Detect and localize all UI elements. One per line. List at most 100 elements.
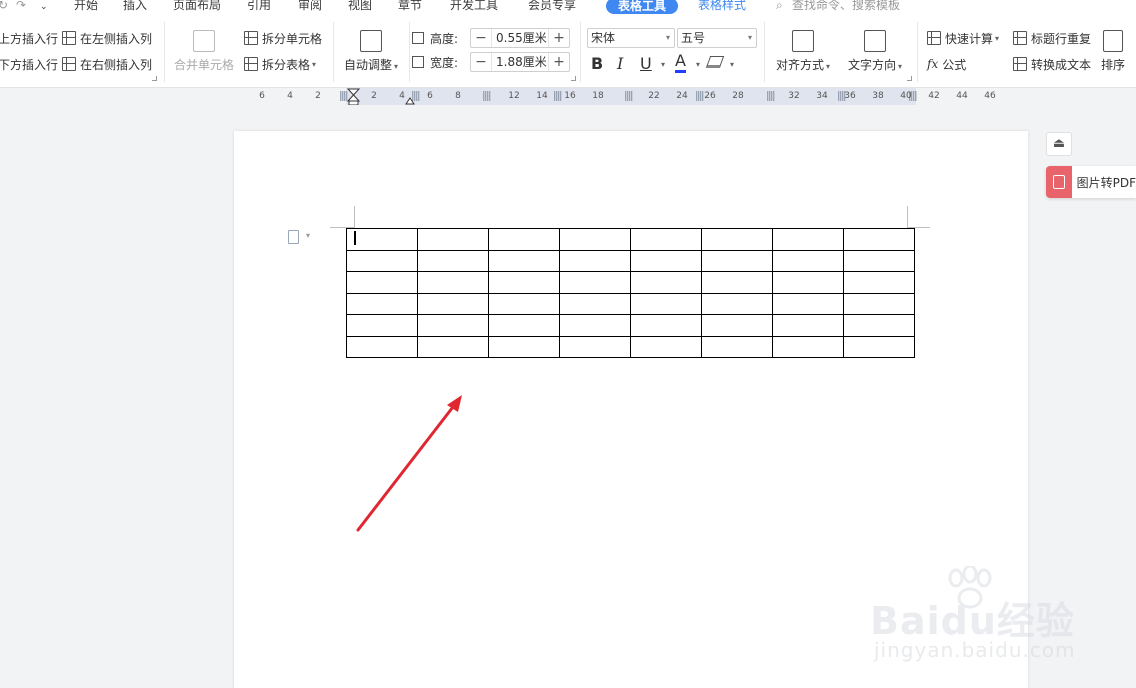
tab-table-style[interactable]: 表格样式 xyxy=(698,0,746,13)
column-marker[interactable] xyxy=(625,91,633,101)
merge-cells-button[interactable]: 合并单元格 xyxy=(174,30,234,73)
table-cell[interactable] xyxy=(843,314,915,337)
search-box[interactable]: 查找命令、搜索模板 xyxy=(792,0,900,13)
table-cell[interactable] xyxy=(843,335,915,358)
table-cell[interactable] xyxy=(559,228,631,251)
table-cell[interactable] xyxy=(772,249,844,272)
font-size-select[interactable]: 五号 ▾ xyxy=(677,28,757,48)
text-direction-button[interactable]: 文字方向 ▾ xyxy=(848,30,902,73)
bold-button[interactable]: B xyxy=(591,54,603,73)
insert-column-left-button[interactable]: 在左侧插入列 xyxy=(62,28,152,48)
table-cell[interactable] xyxy=(772,271,844,294)
table-cell[interactable] xyxy=(559,249,631,272)
table-cell[interactable] xyxy=(417,314,489,337)
chevron-down-icon[interactable]: ▾ xyxy=(730,60,734,69)
tab-home[interactable]: 开始 xyxy=(74,0,98,13)
table-cell[interactable] xyxy=(701,292,773,315)
table-cell[interactable] xyxy=(488,228,560,251)
table-cell[interactable] xyxy=(630,228,702,251)
table-cell[interactable] xyxy=(346,335,418,358)
split-cells-button[interactable]: 拆分单元格 xyxy=(244,28,322,48)
table-cell[interactable] xyxy=(843,271,915,294)
table-cell[interactable] xyxy=(346,314,418,337)
underline-button[interactable]: U xyxy=(640,54,652,73)
tab-view[interactable]: 视图 xyxy=(348,0,372,13)
paragraph-layout-icon[interactable] xyxy=(288,230,299,244)
sort-button[interactable]: 排序 xyxy=(1101,30,1125,73)
tab-review[interactable]: 审阅 xyxy=(298,0,322,13)
group-expand-icon[interactable] xyxy=(152,76,157,81)
tab-chapter[interactable]: 章节 xyxy=(398,0,422,13)
search-icon[interactable]: ⌕ xyxy=(776,0,783,13)
table-cell[interactable] xyxy=(559,271,631,294)
table-cell[interactable] xyxy=(701,314,773,337)
column-marker[interactable] xyxy=(483,91,491,101)
table-cell[interactable] xyxy=(417,249,489,272)
height-increase-button[interactable]: + xyxy=(549,29,569,47)
word-table[interactable] xyxy=(346,228,915,358)
right-indent-marker-icon[interactable] xyxy=(405,96,415,105)
alignment-button[interactable]: 对齐方式 ▾ xyxy=(776,30,830,73)
highlight-icon[interactable] xyxy=(705,56,725,68)
chevron-down-icon[interactable]: ▾ xyxy=(306,231,310,240)
insert-column-right-button[interactable]: 在右侧插入列 xyxy=(62,54,152,74)
table-cell[interactable] xyxy=(843,249,915,272)
table-cell[interactable] xyxy=(843,228,915,251)
image-to-pdf-button[interactable]: 图片转PDF xyxy=(1046,166,1136,198)
table-cell[interactable] xyxy=(559,314,631,337)
insert-row-below-button[interactable]: 下方插入行 xyxy=(0,54,58,74)
height-decrease-button[interactable]: − xyxy=(471,29,491,47)
table-cell[interactable] xyxy=(701,249,773,272)
formula-button[interactable]: fx 公式 xyxy=(927,54,966,74)
column-width-input[interactable]: 1.88厘米 xyxy=(491,53,549,71)
width-decrease-button[interactable]: − xyxy=(471,53,491,71)
chevron-down-icon[interactable]: ▾ xyxy=(661,60,665,69)
table-cell[interactable] xyxy=(417,228,489,251)
tab-member[interactable]: 会员专享 xyxy=(528,0,576,13)
table-cell[interactable] xyxy=(346,271,418,294)
table-cell[interactable] xyxy=(417,335,489,358)
collapse-panel-icon[interactable]: ⏏ xyxy=(1046,132,1072,156)
table-cell[interactable] xyxy=(559,292,631,315)
indent-marker-icon[interactable] xyxy=(347,88,361,105)
table-cell[interactable] xyxy=(843,292,915,315)
undo-icon[interactable]: ↷ xyxy=(16,0,26,13)
table-cell[interactable] xyxy=(772,292,844,315)
insert-row-above-button[interactable]: 上方插入行 xyxy=(0,28,58,48)
table-cell[interactable] xyxy=(772,228,844,251)
table-cell[interactable] xyxy=(346,228,418,251)
table-cell[interactable] xyxy=(630,335,702,358)
column-marker[interactable] xyxy=(767,91,775,101)
table-cell[interactable] xyxy=(346,249,418,272)
font-color-button[interactable]: A xyxy=(675,52,686,73)
table-cell[interactable] xyxy=(488,314,560,337)
table-cell[interactable] xyxy=(772,335,844,358)
table-cell[interactable] xyxy=(488,292,560,315)
table-cell[interactable] xyxy=(630,292,702,315)
tab-page-layout[interactable]: 页面布局 xyxy=(173,0,221,13)
repeat-header-button[interactable]: 标题行重复 xyxy=(1013,28,1091,48)
row-height-input[interactable]: 0.55厘米 xyxy=(491,29,549,47)
group-expand-icon[interactable] xyxy=(907,76,912,81)
table-cell[interactable] xyxy=(488,335,560,358)
table-cell[interactable] xyxy=(772,314,844,337)
table-cell[interactable] xyxy=(701,271,773,294)
redo-icon[interactable]: ↻ xyxy=(0,0,8,13)
font-name-select[interactable]: 宋体 ▾ xyxy=(587,28,675,48)
width-increase-button[interactable]: + xyxy=(549,53,569,71)
table-cell[interactable] xyxy=(346,292,418,315)
table-cell[interactable] xyxy=(701,228,773,251)
table-cell[interactable] xyxy=(417,271,489,294)
table-cell[interactable] xyxy=(630,314,702,337)
tab-references[interactable]: 引用 xyxy=(247,0,271,13)
chevron-down-icon[interactable]: ▾ xyxy=(696,60,700,69)
convert-to-text-button[interactable]: 转换成文本 xyxy=(1013,54,1091,74)
table-cell[interactable] xyxy=(559,335,631,358)
tab-insert[interactable]: 插入 xyxy=(123,0,147,13)
table-cell[interactable] xyxy=(701,335,773,358)
quick-access-dropdown-icon[interactable]: ⌄ xyxy=(40,0,48,15)
italic-button[interactable]: I xyxy=(617,54,623,73)
tab-table-tools[interactable]: 表格工具 xyxy=(606,0,679,14)
split-table-button[interactable]: 拆分表格 ▾ xyxy=(244,54,316,74)
table-cell[interactable] xyxy=(630,271,702,294)
